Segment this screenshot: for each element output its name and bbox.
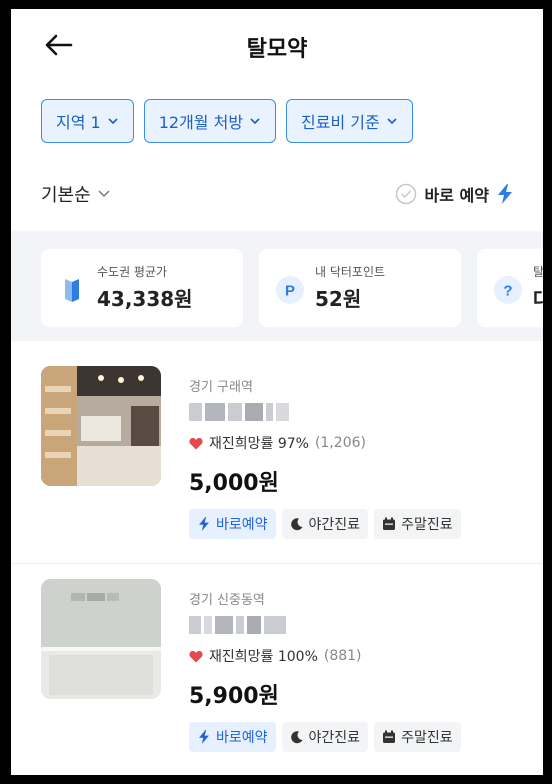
stat-label: 탈	[533, 265, 543, 279]
clinic-info: 경기 신중동역 재진희망률 100% (881) 5,900원 바로예약 야간진…	[189, 589, 461, 752]
map-icon	[65, 279, 79, 302]
chevron-down-icon	[387, 118, 397, 125]
tag-night-care: 야간진료	[281, 509, 369, 539]
lightning-icon	[199, 517, 209, 531]
tag-label: 주말진료	[401, 730, 453, 746]
price: 5,900원	[189, 684, 279, 709]
heart-icon	[189, 437, 203, 449]
stat-value: 52원	[315, 287, 362, 311]
header: 탈모약	[11, 9, 543, 85]
stat-card-partial[interactable]: ? 탈 대	[477, 249, 543, 327]
filter-bar: 지역 1 12개월 처방 진료비 기준	[41, 99, 413, 143]
sort-dropdown[interactable]: 기본순	[41, 181, 111, 207]
tag-instant-booking: 바로예약	[189, 509, 276, 539]
heart-icon	[189, 650, 203, 662]
filter-fee[interactable]: 진료비 기준	[286, 99, 413, 143]
tag-weekend-care: 주말진료	[374, 509, 461, 539]
check-circle-icon	[395, 183, 416, 205]
revisit-rating: 재진희망률 97% (1,206)	[189, 433, 461, 453]
chevron-down-icon	[98, 190, 110, 198]
clinic-photo	[41, 579, 161, 699]
calendar-icon	[383, 517, 396, 530]
point-icon: P	[276, 276, 304, 304]
chevron-down-icon	[250, 118, 260, 125]
sort-row: 기본순 바로 예약	[41, 179, 513, 209]
tag-night-care: 야간진료	[281, 722, 369, 752]
stat-value: 대	[533, 287, 543, 311]
clinic-location: 경기 신중동역	[189, 593, 265, 608]
moon-icon	[290, 518, 303, 531]
tag-label: 야간진료	[308, 730, 361, 746]
clinic-info: 경기 구래역 재진희망률 97% (1,206) 5,000원 바로예약 야간진…	[189, 376, 461, 539]
price: 5,000원	[189, 471, 279, 496]
tag-instant-booking: 바로예약	[189, 722, 276, 752]
feature-tags: 바로예약 야간진료 주말진료	[189, 509, 461, 539]
tag-label: 야간진료	[308, 517, 361, 533]
revisit-rating: 재진희망률 100% (881)	[189, 646, 461, 666]
filter-fee-label: 진료비 기준	[301, 113, 380, 132]
instant-booking-label: 바로 예약	[424, 186, 489, 205]
stats-carousel: 수도권 평균가 43,338원 P 내 닥터포인트 52원 ? 탈 대	[11, 231, 543, 341]
stat-label: 내 닥터포인트	[315, 265, 386, 279]
stat-label: 수도권 평균가	[97, 265, 168, 279]
filter-prescription-label: 12개월 처방	[158, 113, 244, 132]
instant-booking-toggle[interactable]: 바로 예약	[395, 182, 513, 206]
clinic-photo	[41, 366, 161, 486]
moon-icon	[290, 731, 303, 744]
clinic-name-redacted	[189, 616, 289, 636]
clinic-list-item[interactable]: 경기 구래역 재진희망률 97% (1,206) 5,000원 바로예약 야간진…	[11, 352, 543, 564]
svg-text:P: P	[285, 283, 295, 300]
revisit-rate: 재진희망률 97%	[209, 436, 309, 452]
stat-value: 43,338원	[97, 287, 193, 311]
clinic-location: 경기 구래역	[189, 380, 253, 395]
stat-card-doctor-point[interactable]: P 내 닥터포인트 52원	[259, 249, 461, 327]
lightning-icon	[498, 184, 512, 204]
tag-weekend-care: 주말진료	[374, 722, 461, 752]
page-title: 탈모약	[246, 37, 308, 62]
svg-text:?: ?	[503, 283, 512, 300]
sort-label: 기본순	[41, 185, 91, 206]
filter-prescription[interactable]: 12개월 처방	[143, 99, 277, 143]
review-count: (1,206)	[314, 435, 366, 451]
tag-label: 바로예약	[216, 517, 268, 533]
stat-card-average-price[interactable]: 수도권 평균가 43,338원	[41, 249, 243, 327]
lightning-icon	[199, 730, 209, 744]
calendar-icon	[383, 730, 396, 743]
clinic-name-redacted	[189, 403, 289, 423]
tag-label: 바로예약	[216, 730, 268, 746]
filter-region-label: 지역 1	[56, 113, 101, 132]
tag-label: 주말진료	[401, 517, 453, 533]
question-icon: ?	[494, 276, 522, 304]
filter-region[interactable]: 지역 1	[41, 99, 134, 143]
chevron-down-icon	[108, 118, 118, 125]
clinic-list-item[interactable]: 경기 신중동역 재진희망률 100% (881) 5,900원 바로예약 야간진…	[11, 565, 543, 775]
app-screen: 탈모약 지역 1 12개월 처방 진료비 기준 기본순 바로 예약 수도권 평균…	[11, 9, 543, 775]
revisit-rate: 재진희망률 100%	[209, 649, 318, 665]
feature-tags: 바로예약 야간진료 주말진료	[189, 722, 461, 752]
review-count: (881)	[323, 648, 362, 664]
